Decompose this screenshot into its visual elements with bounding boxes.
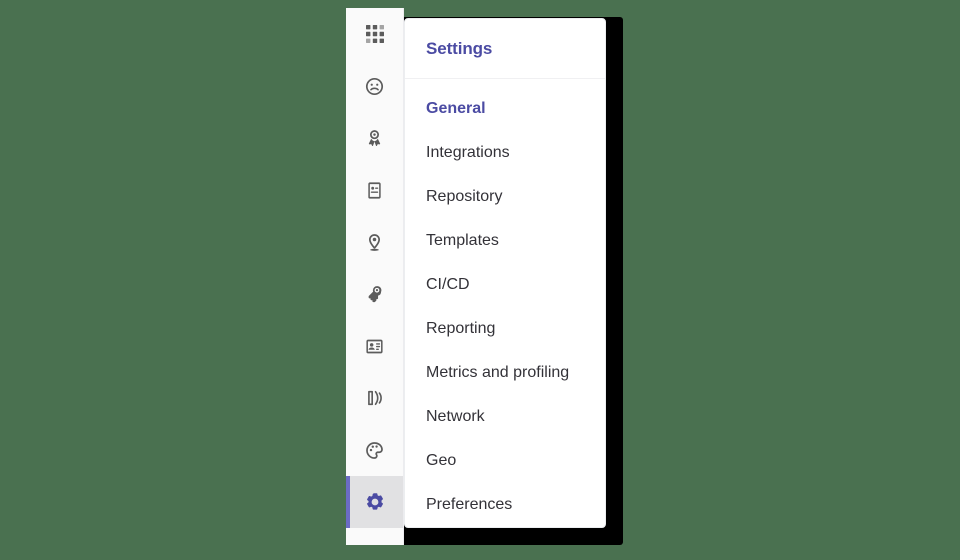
menu-item-label: Templates [426,232,499,249]
menu-item-geo[interactable]: Geo [405,439,605,483]
settings-dropdown-panel: Settings General Integrations Repository… [404,18,606,528]
gear-icon [365,492,385,512]
rail-item-overview[interactable] [346,8,403,60]
grid-dashboard-icon [365,25,384,43]
frowning-face-icon [365,77,384,96]
settings-panel-title: Settings [426,38,493,58]
menu-item-label: Reporting [426,320,496,337]
rail-item-badges[interactable] [346,112,403,164]
menu-item-ci-cd[interactable]: CI/CD [405,263,605,307]
location-pin-icon [365,233,384,252]
menu-item-label: Repository [426,188,503,205]
rail-item-packages[interactable] [346,372,403,424]
menu-item-metrics-and-profiling[interactable]: Metrics and profiling [405,351,605,395]
menu-item-label: Geo [426,452,457,469]
rail-item-deploy-keys[interactable] [346,268,403,320]
menu-item-general[interactable]: General [405,87,605,131]
rail-item-reports[interactable] [346,164,403,216]
menu-item-label: Preferences [426,496,513,513]
menu-item-repository[interactable]: Repository [405,175,605,219]
admin-icon-rail [346,8,404,545]
rail-item-geo[interactable] [346,216,403,268]
menu-item-label: CI/CD [426,276,470,293]
menu-item-templates[interactable]: Templates [405,219,605,263]
package-icon [365,389,385,407]
menu-item-label: Metrics and profiling [426,364,570,381]
palette-icon [365,441,384,460]
rail-item-abuse-reports[interactable] [346,60,403,112]
menu-item-label: Network [426,408,485,425]
menu-item-label: General [426,100,486,117]
award-ribbon-icon [365,129,384,148]
key-icon [365,285,384,304]
report-document-icon [365,181,384,200]
menu-item-preferences[interactable]: Preferences [405,483,605,527]
id-card-icon [365,337,384,356]
menu-item-reporting[interactable]: Reporting [405,307,605,351]
settings-menu-list: General Integrations Repository Template… [405,79,605,527]
settings-panel-header: Settings [405,19,605,79]
menu-item-integrations[interactable]: Integrations [405,131,605,175]
menu-item-network[interactable]: Network [405,395,605,439]
rail-item-appearance[interactable] [346,424,403,476]
rail-item-license[interactable] [346,320,403,372]
menu-item-label: Integrations [426,144,510,161]
rail-item-settings[interactable] [346,476,403,528]
